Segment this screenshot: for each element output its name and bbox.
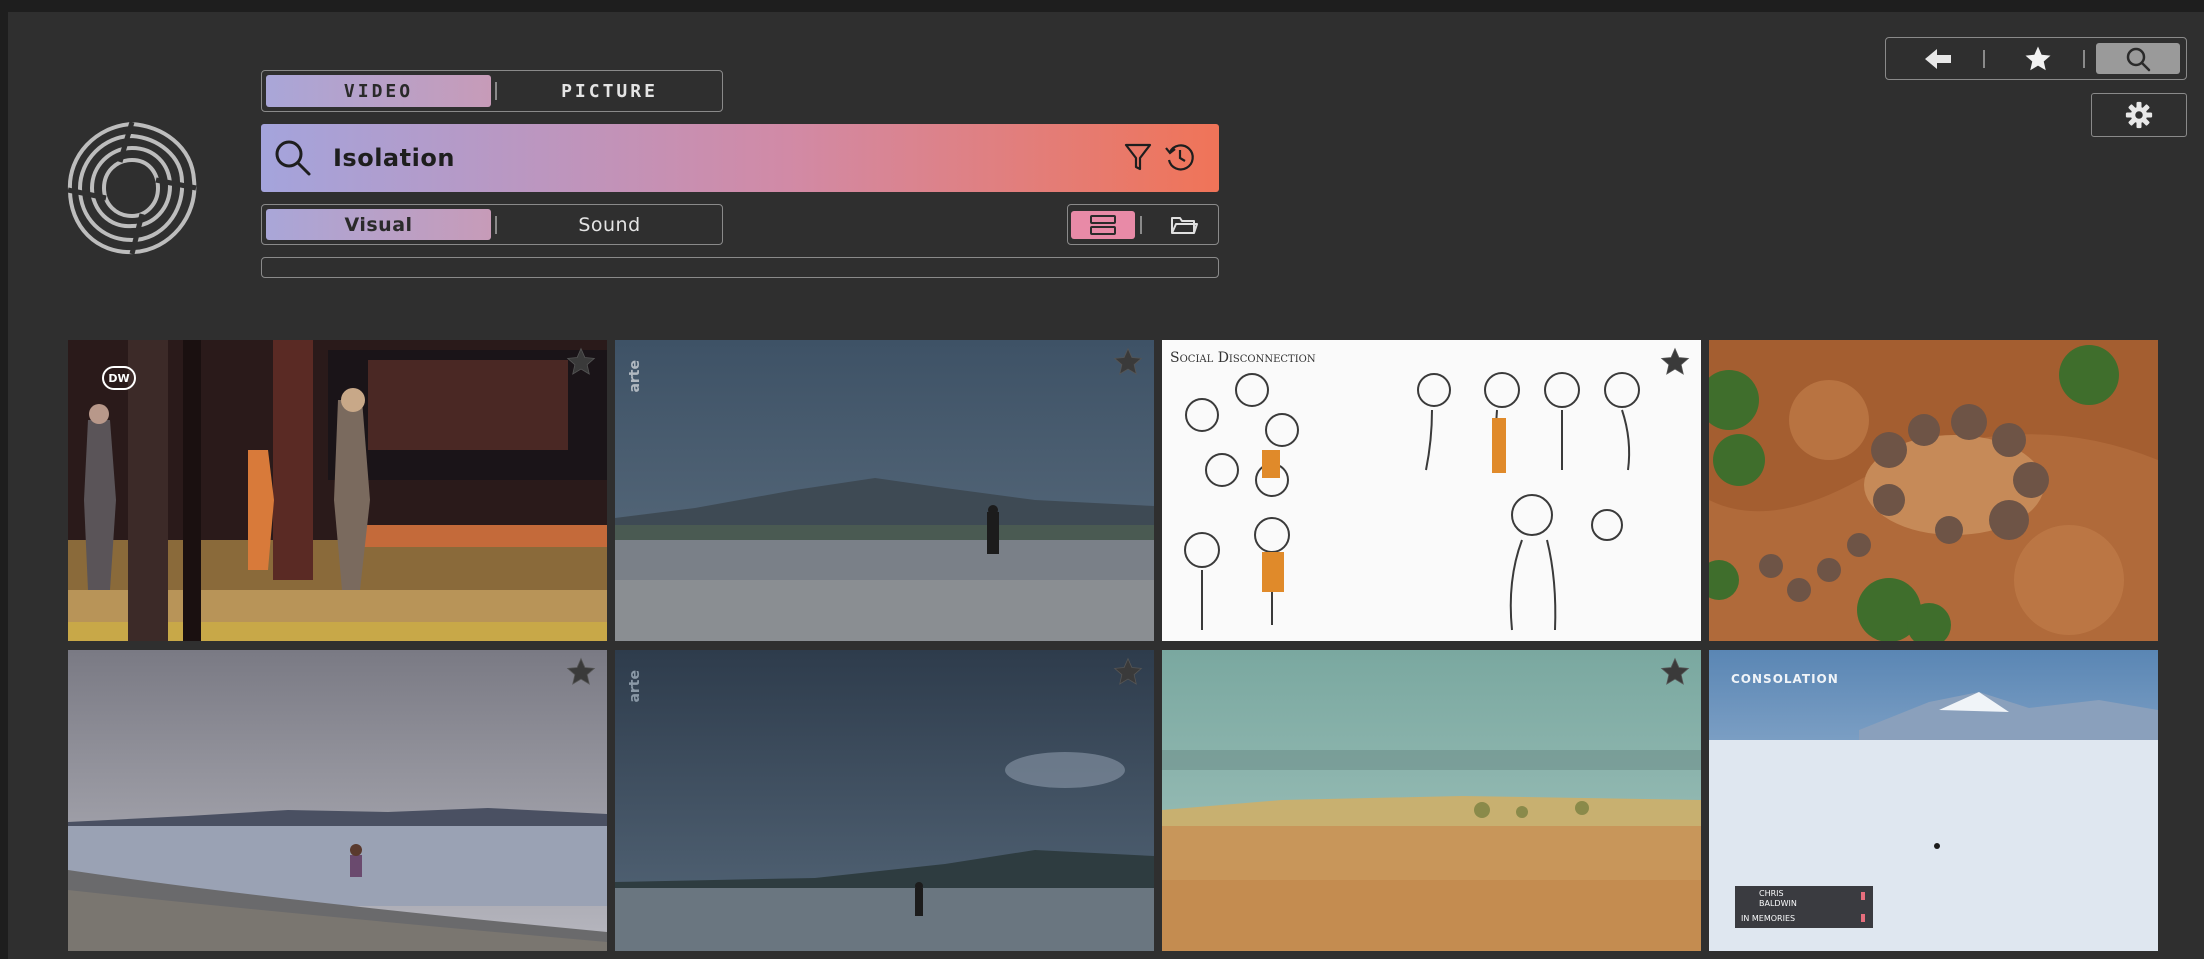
result-thumbnail[interactable]: DW [68, 340, 607, 641]
star-icon[interactable] [565, 346, 597, 378]
mode-tabs: VIDEO PICTURE [261, 70, 723, 112]
tab-visual[interactable]: Visual [266, 209, 491, 240]
search-icon [2126, 47, 2151, 71]
star-icon[interactable] [565, 656, 597, 688]
search-bar[interactable]: Isolation [261, 124, 1219, 192]
lower-third-marker [1861, 892, 1865, 900]
channel-badge: CONSOLATION [1731, 672, 1839, 686]
tab-picture[interactable]: PICTURE [497, 71, 722, 111]
thumbnail-image [1162, 340, 1701, 641]
favorites-button[interactable] [2006, 38, 2070, 79]
thumbnail-image [1162, 650, 1701, 951]
app-logo [67, 121, 197, 255]
result-thumbnail[interactable] [1709, 340, 2158, 641]
star-icon[interactable] [1659, 656, 1691, 688]
match-tabs: Visual Sound [261, 204, 723, 245]
result-thumbnail[interactable]: CONSOLATION CHRIS BALDWIN IN MEMORIES [1709, 650, 2158, 951]
result-thumbnail[interactable] [68, 650, 607, 951]
thumbnail-image [68, 340, 607, 641]
search-nav-button[interactable] [2096, 43, 2180, 74]
back-button[interactable] [1906, 38, 1970, 79]
thumbnail-image [615, 340, 1154, 641]
lower-third-line: CHRIS [1759, 889, 1784, 898]
gear-icon [2125, 101, 2153, 129]
list-icon [1090, 215, 1116, 235]
view-toggle [1067, 204, 1219, 245]
channel-badge: arte [627, 360, 643, 393]
star-icon[interactable] [1112, 656, 1144, 688]
back-arrow-icon [1925, 48, 1951, 69]
search-icon [275, 140, 311, 176]
result-thumbnail[interactable]: arte [615, 650, 1154, 951]
progress-bar [261, 257, 1219, 278]
thumbnail-image [1709, 340, 2158, 641]
star-icon [2025, 46, 2051, 70]
nav-divider [1983, 50, 1985, 68]
tab-sound[interactable]: Sound [497, 205, 722, 244]
filter-icon[interactable] [1123, 140, 1153, 174]
history-icon[interactable] [1163, 140, 1197, 174]
thumbnail-image [68, 650, 607, 951]
result-thumbnail[interactable] [1162, 650, 1701, 951]
result-thumbnail[interactable]: arte [615, 340, 1154, 641]
thumbnail-caption: Social Disconnection [1170, 350, 1316, 366]
tab-video[interactable]: VIDEO [266, 75, 491, 107]
thumbnail-image [615, 650, 1154, 951]
lower-third-marker [1861, 914, 1865, 922]
lower-third-line: IN MEMORIES [1741, 914, 1796, 923]
result-thumbnail[interactable]: Social Disconnection [1162, 340, 1701, 641]
folder-view-button[interactable] [1152, 211, 1216, 239]
list-view-button[interactable] [1071, 211, 1135, 239]
lower-third-line: BALDWIN [1759, 899, 1797, 908]
star-icon[interactable] [1112, 346, 1144, 378]
lower-third: CHRIS BALDWIN IN MEMORIES [1735, 886, 1873, 928]
nav-divider [2083, 50, 2085, 68]
star-icon[interactable] [1659, 346, 1691, 378]
settings-button[interactable] [2091, 93, 2187, 137]
search-query[interactable]: Isolation [333, 144, 455, 172]
channel-badge: arte [627, 670, 643, 703]
folder-icon [1171, 217, 1198, 234]
top-nav [1885, 37, 2187, 80]
channel-badge: DW [102, 366, 136, 390]
toggle-divider [1140, 216, 1142, 234]
